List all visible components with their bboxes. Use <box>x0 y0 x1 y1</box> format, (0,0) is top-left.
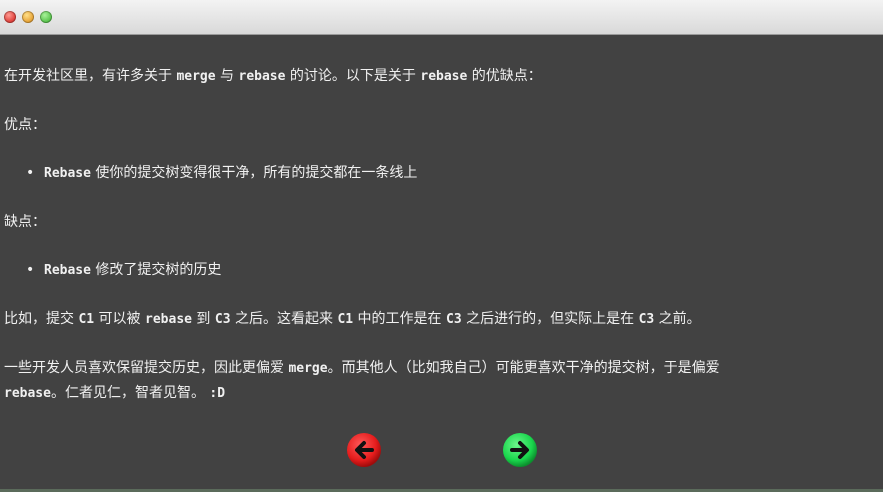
intro-text: 的优缺点： <box>467 68 542 84</box>
pros-list-item: • Rebase 使你的提交树变得很干净，所有的提交都在一条线上 <box>4 161 879 186</box>
example-text: 到 <box>191 311 215 327</box>
pros-heading: 优点： <box>4 117 46 133</box>
intro-paragraph: 在开发社区里，有许多关于 merge 与 rebase 的讨论。以下是关于 re… <box>4 64 879 89</box>
commit-c3-label: C3 <box>446 312 462 327</box>
rebase-keyword: Rebase <box>44 166 91 181</box>
maximize-window-button[interactable] <box>40 11 52 23</box>
intro-text: 与 <box>215 68 239 84</box>
bullet-icon: • <box>26 165 35 181</box>
opinion-paragraph: 一些开发人员喜欢保留提交历史，因此更偏爱 merge。而其他人（比如我自己）可能… <box>4 356 879 406</box>
commit-c3-label: C3 <box>214 312 231 327</box>
dialog-content: 在开发社区里，有许多关于 merge 与 rebase 的讨论。以下是关于 re… <box>4 64 879 406</box>
example-text: 中的工作是在 <box>353 311 447 327</box>
cons-list-item: • Rebase 修改了提交树的历史 <box>4 258 879 283</box>
merge-keyword: merge <box>176 69 216 84</box>
arrow-left-icon <box>347 433 381 467</box>
rebase-keyword: rebase <box>238 69 286 84</box>
example-text: 可以被 <box>94 311 146 327</box>
rebase-keyword: rebase <box>420 69 468 84</box>
commit-c1-label: C1 <box>78 312 95 327</box>
close-window-button[interactable] <box>4 11 16 23</box>
opinion-text: 。仁者见仁，智者见智。 <box>50 385 210 401</box>
window-titlebar <box>0 0 883 35</box>
smiley-text: :D <box>209 386 226 401</box>
minimize-window-button[interactable] <box>22 11 34 23</box>
arrow-right-icon <box>503 433 537 467</box>
merge-keyword: merge <box>288 361 328 376</box>
example-text: 比如，提交 <box>4 311 79 327</box>
commit-c3-label: C3 <box>638 312 655 327</box>
example-text: 之前。 <box>654 311 701 327</box>
bullet-icon: • <box>26 262 35 278</box>
example-text: 之后进行的，但实际上是在 <box>461 311 639 327</box>
intro-text: 在开发社区里，有许多关于 <box>4 68 177 84</box>
commit-c1-label: C1 <box>337 312 354 327</box>
intro-text: 的讨论。以下是关于 <box>285 68 421 84</box>
opinion-text: 一些开发人员喜欢保留提交历史，因此更偏爱 <box>4 360 289 376</box>
cons-heading: 缺点： <box>4 214 46 230</box>
cons-item-text: 修改了提交树的历史 <box>90 262 222 278</box>
next-button[interactable] <box>502 432 538 468</box>
previous-button[interactable] <box>346 432 382 468</box>
rebase-keyword: Rebase <box>44 263 91 278</box>
pros-item-text: 使你的提交树变得很干净，所有的提交都在一条线上 <box>90 165 418 181</box>
rebase-keyword: rebase <box>145 312 192 327</box>
example-text: 之后。这看起来 <box>230 311 338 327</box>
rebase-keyword: rebase <box>4 386 51 401</box>
opinion-text: 。而其他人（比如我自己）可能更喜欢干净的提交树，于是偏爱 <box>327 360 720 376</box>
example-paragraph: 比如，提交 C1 可以被 rebase 到 C3 之后。这看起来 C1 中的工作… <box>4 307 879 332</box>
